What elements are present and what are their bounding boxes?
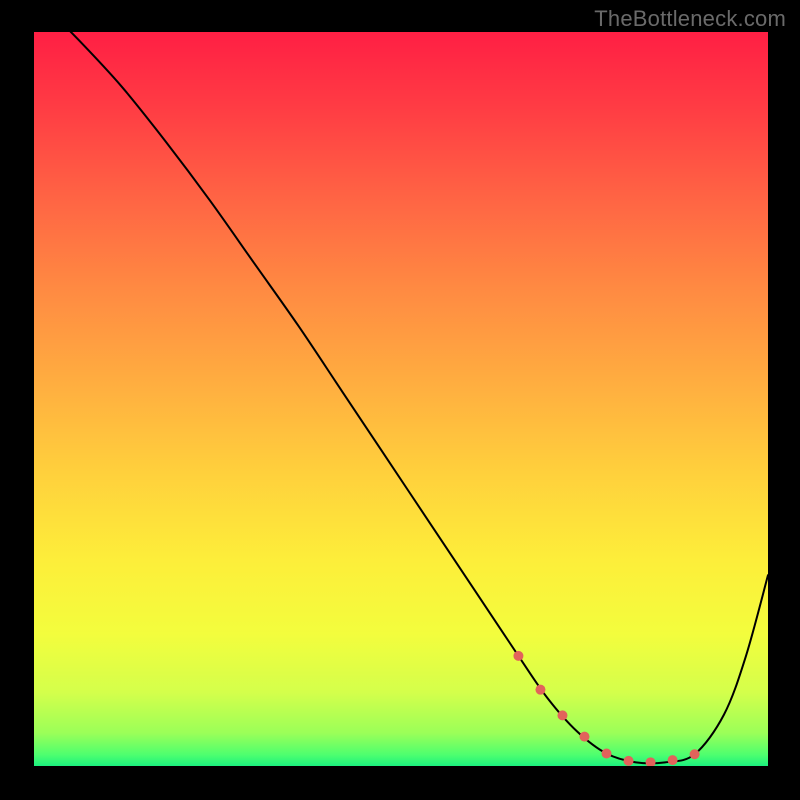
marker-dot: [602, 749, 612, 759]
marker-dot: [580, 732, 590, 742]
plot-area: [34, 32, 768, 766]
marker-dot: [513, 651, 523, 661]
marker-dot: [624, 756, 634, 766]
watermark-text: TheBottleneck.com: [594, 6, 786, 32]
marker-dot: [557, 710, 567, 720]
chart-container: TheBottleneck.com: [0, 0, 800, 800]
gradient-background: [34, 32, 768, 766]
marker-dot: [690, 749, 700, 759]
marker-dot: [535, 685, 545, 695]
marker-dot: [668, 755, 678, 765]
chart-svg: [34, 32, 768, 766]
